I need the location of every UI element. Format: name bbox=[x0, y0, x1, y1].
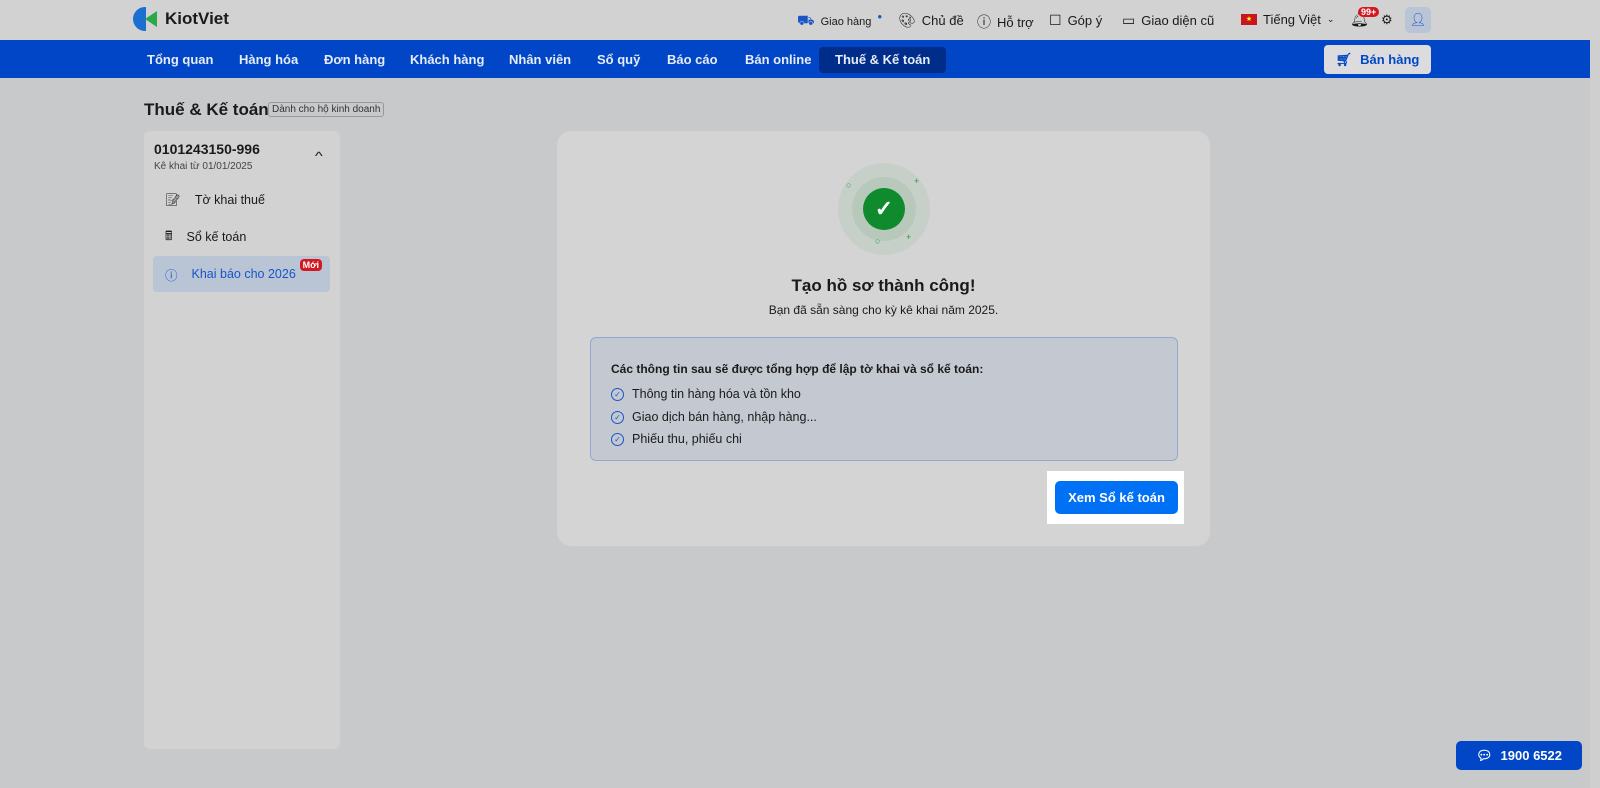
truck-icon: ⛟ bbox=[797, 12, 815, 28]
kiotviet-logo-icon bbox=[133, 7, 159, 31]
sparkle-icon: ○ bbox=[875, 236, 881, 246]
nav-staff[interactable]: Nhân viên bbox=[493, 47, 587, 73]
sell-button[interactable]: 🛒︎ Bán hàng bbox=[1324, 45, 1431, 74]
support-label: Hỗ trợ bbox=[997, 14, 1034, 30]
sidebar-item-accounting-book[interactable]: 🖩 Sổ kế toán bbox=[153, 219, 330, 255]
list-item-label: Giao dịch bán hàng, nhập hàng... bbox=[632, 410, 817, 424]
new-badge: Mới bbox=[299, 259, 322, 271]
monitor-icon: ▭ bbox=[1122, 12, 1136, 28]
dot-icon: ● bbox=[877, 12, 883, 21]
sidebar-item-declare-2026[interactable]: ⓘ Khai báo cho 2026 Mới bbox=[153, 256, 330, 292]
theme-label: Chủ đề bbox=[921, 13, 964, 28]
nav-customers[interactable]: Khách hàng bbox=[394, 47, 500, 73]
feedback-label: Góp ý bbox=[1067, 13, 1103, 28]
nav-tax-accounting[interactable]: Thuế & Kế toán bbox=[819, 47, 947, 73]
palette-icon: 🎨︎ bbox=[898, 12, 916, 28]
list-item: ✓ Giao dịch bán hàng, nhập hàng... bbox=[611, 410, 817, 424]
old-ui-label: Giao diện cũ bbox=[1141, 13, 1215, 28]
sidebar-item-tax-declaration[interactable]: 📝︎ Tờ khai thuế bbox=[153, 182, 330, 218]
page-tag: Dành cho hộ kinh doanh bbox=[268, 102, 385, 117]
vietnam-flag-icon: ★ bbox=[1241, 14, 1257, 25]
feedback-icon: ☐ bbox=[1049, 12, 1062, 28]
tax-code: 0101243150-996 bbox=[154, 141, 260, 157]
nav-reports[interactable]: Báo cáo bbox=[651, 47, 734, 73]
logo[interactable]: KiotViet bbox=[133, 7, 229, 31]
user-icon: 👤︎ bbox=[1409, 12, 1427, 27]
list-item: ✓ Phiếu thu, phiếu chi bbox=[611, 432, 742, 446]
sparkle-icon: + bbox=[906, 232, 912, 242]
language-select[interactable]: ★ Tiếng Việt ⌄ bbox=[1241, 12, 1334, 27]
check-icon: ✓ bbox=[611, 387, 624, 401]
chat-alert-icon: ⓘ bbox=[977, 14, 991, 30]
nav-online[interactable]: Bán online bbox=[729, 47, 827, 73]
old-ui-link[interactable]: ▭ Giao diện cũ bbox=[1122, 12, 1214, 29]
check-circle-icon: ✓ bbox=[863, 188, 905, 230]
sidebar-item-label: Sổ kế toán bbox=[186, 230, 247, 244]
chevron-up-icon[interactable]: ^ bbox=[315, 149, 323, 163]
nav-products[interactable]: Hàng hóa bbox=[223, 47, 314, 73]
info-icon: ⓘ bbox=[165, 268, 178, 283]
sell-label: Bán hàng bbox=[1360, 52, 1420, 67]
avatar[interactable]: 👤︎ bbox=[1405, 7, 1431, 33]
info-heading: Các thông tin sau sẽ được tổng hợp để lậ… bbox=[611, 362, 984, 376]
nav-orders[interactable]: Đơn hàng bbox=[308, 47, 401, 73]
support-link[interactable]: ⓘ Hỗ trợ bbox=[977, 12, 1034, 32]
language-label: Tiếng Việt bbox=[1263, 12, 1321, 27]
declare-since: Kê khai từ 01/01/2025 bbox=[154, 161, 253, 172]
calculator-icon: 🖩 bbox=[165, 228, 173, 243]
info-box: Các thông tin sau sẽ được tổng hợp để lậ… bbox=[590, 337, 1178, 461]
chat-icon: 💬︎ bbox=[1476, 747, 1493, 763]
check-icon: ✓ bbox=[611, 432, 624, 446]
gear-icon[interactable]: ⚙ bbox=[1381, 12, 1393, 28]
sidebar: 0101243150-996 Kê khai từ 01/01/2025 ^ 📝… bbox=[144, 131, 340, 749]
feedback-link[interactable]: ☐ Góp ý bbox=[1049, 12, 1102, 29]
brand-name: KiotViet bbox=[165, 9, 229, 28]
list-item-label: Thông tin hàng hóa và tồn kho bbox=[632, 387, 801, 401]
sparkle-icon: + bbox=[914, 176, 920, 186]
check-icon: ✓ bbox=[611, 410, 624, 424]
success-title: Tạo hồ sơ thành công! bbox=[791, 276, 976, 295]
success-subtitle: Bạn đã sẵn sàng cho kỳ kê khai năm 2025. bbox=[768, 303, 999, 317]
cart-icon: 🛒︎ bbox=[1335, 51, 1353, 67]
nav-cashbook[interactable]: Sổ quỹ bbox=[581, 47, 656, 73]
sparkle-icon: ○ bbox=[846, 180, 852, 190]
notification-badge: 99+ bbox=[1358, 7, 1380, 17]
sidebar-item-label: Tờ khai thuế bbox=[194, 193, 265, 207]
scrollbar[interactable] bbox=[1590, 40, 1600, 788]
delivery-link[interactable]: ⛟ Giao hàng ● bbox=[797, 12, 882, 31]
sidebar-item-label: Khai báo cho 2026 bbox=[191, 267, 296, 281]
nav-overview[interactable]: Tổng quan bbox=[131, 47, 229, 73]
view-accounting-book-button[interactable]: Xem Sổ kế toán bbox=[1055, 481, 1178, 514]
hotline-button[interactable]: 💬︎ 1900 6522 bbox=[1456, 741, 1582, 770]
theme-link[interactable]: 🎨︎ Chủ đề bbox=[898, 12, 964, 29]
hotline-label: 1900 6522 bbox=[1500, 748, 1562, 763]
chevron-down-icon: ⌄ bbox=[1326, 14, 1335, 24]
document-edit-icon: 📝︎ bbox=[165, 192, 181, 207]
list-item: ✓ Thông tin hàng hóa và tồn kho bbox=[611, 387, 801, 401]
page-title: Thuế & Kế toán bbox=[144, 100, 269, 119]
delivery-label: Giao hàng bbox=[820, 15, 872, 28]
list-item-label: Phiếu thu, phiếu chi bbox=[632, 432, 742, 446]
